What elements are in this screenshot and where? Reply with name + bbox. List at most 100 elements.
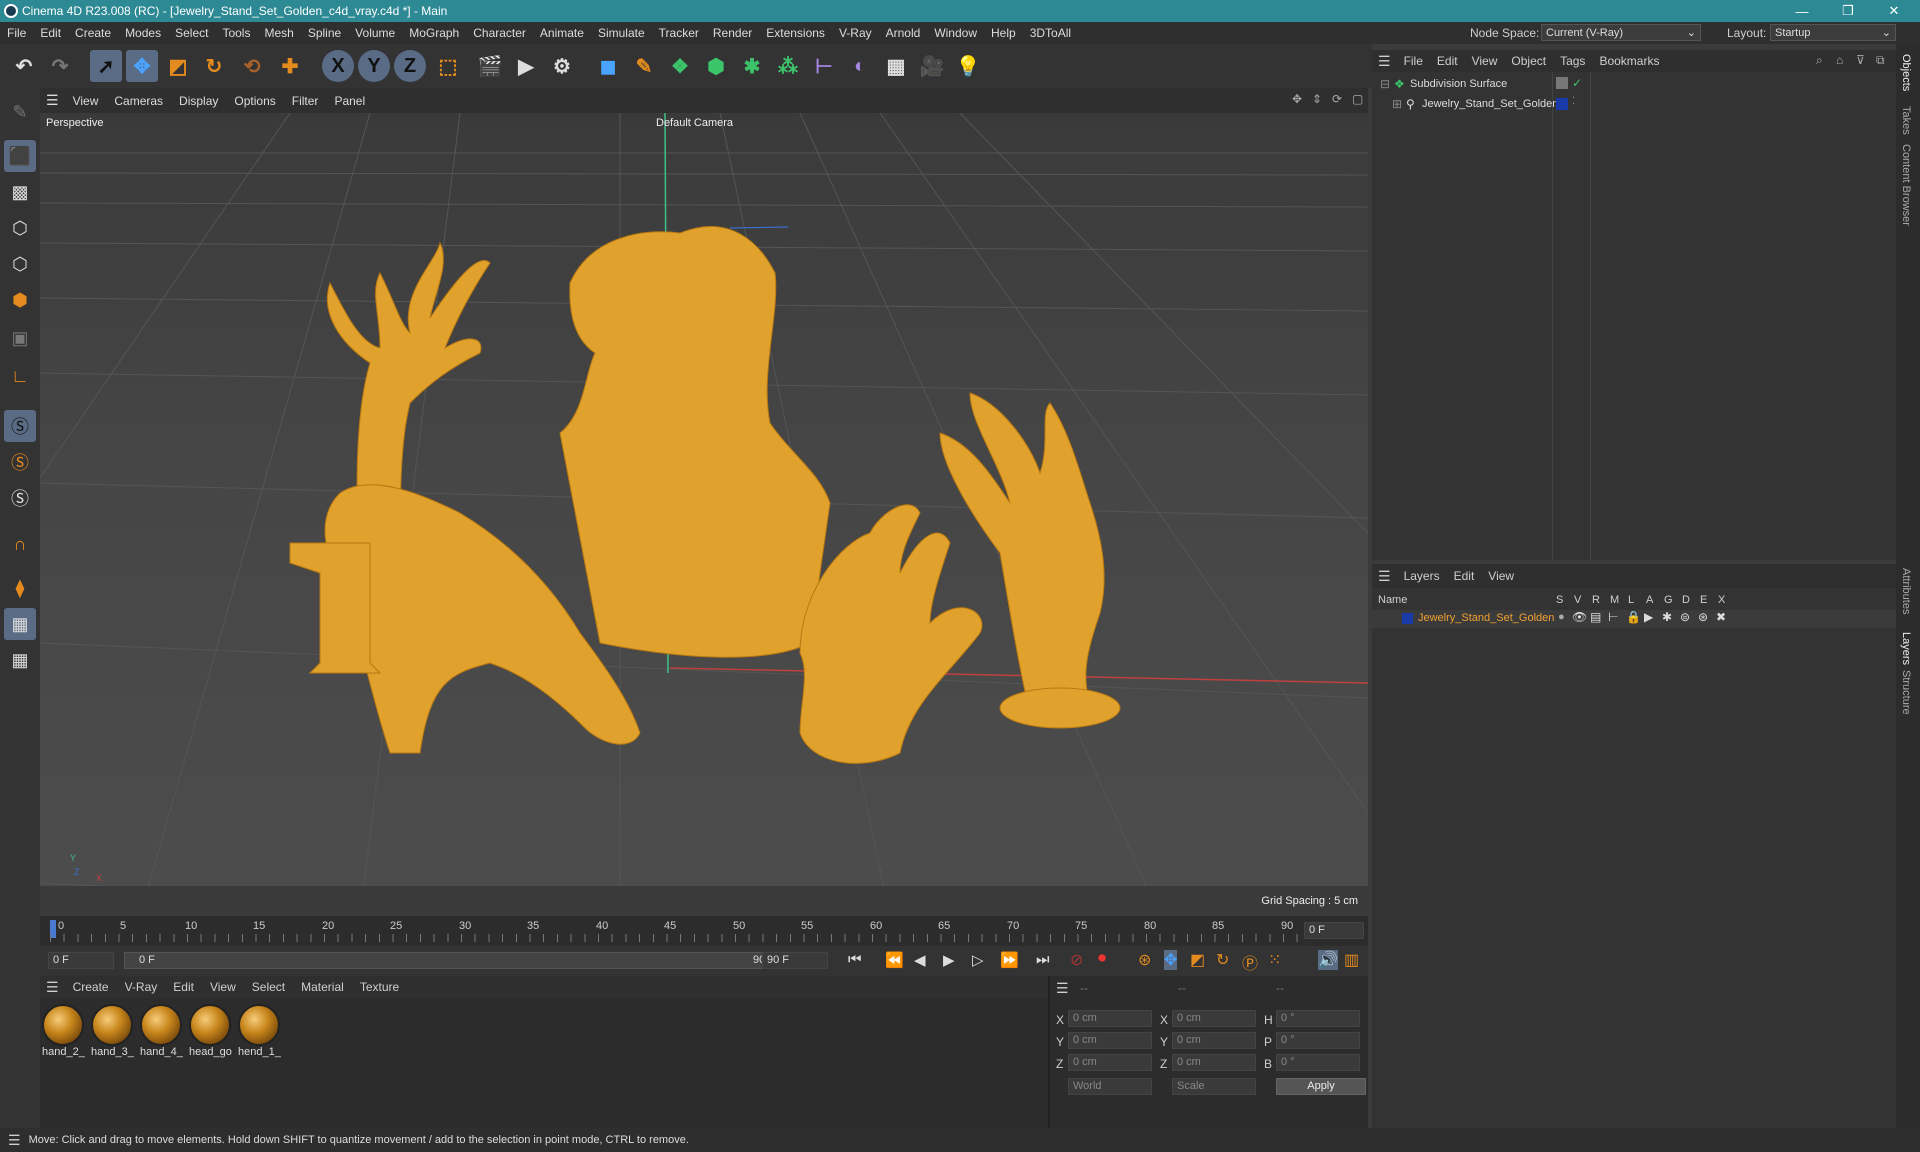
close-button[interactable]: ✕ [1872,0,1916,22]
material-swatch[interactable]: hand_3_ [91,1004,135,1062]
timeline-film-icon[interactable]: ▥ [1344,950,1359,970]
rotate-view-icon[interactable]: ⟳ [1332,92,1342,106]
bracelet-base[interactable] [999,687,1121,729]
zoom-view-icon[interactable]: ⇕ [1312,92,1322,106]
material-swatch[interactable]: hand_4_ [140,1004,184,1062]
add-icon[interactable]: ✚ [274,50,306,82]
layer-row[interactable]: Jewelry_Stand_Set_Golden ● 👁 ▤ ⊢ 🔒 ▶ ✱ ⊜… [1372,610,1896,628]
material-menu-texture[interactable]: Texture [352,980,407,994]
deformer-icon[interactable]: ⊜ [1680,610,1690,624]
viewport-menu-panel[interactable]: Panel [326,94,373,108]
new-window-icon[interactable]: ⧉ [1876,53,1885,68]
object-menu-view[interactable]: View [1465,54,1505,68]
goto-start-icon[interactable]: ⏮ [848,951,862,968]
key-position-icon[interactable]: ✥ [1164,950,1178,970]
hamburger-icon[interactable]: ☰ [1056,980,1069,997]
tab-layers[interactable]: Layers [1900,632,1912,665]
xref-icon[interactable]: ✖ [1716,610,1726,624]
object-row[interactable]: ⊟ ❖ Subdivision Surface ✓ [1376,76,1886,94]
record-icon[interactable]: ⊘ [1070,950,1083,970]
scale-tool-icon[interactable]: ◩ [162,50,194,82]
z-axis-lock-button[interactable]: Z [394,50,426,82]
menu-mesh[interactable]: Mesh [257,26,300,40]
render-settings-icon[interactable]: ⚙ [546,50,578,82]
material-menu-vray[interactable]: V-Ray [117,980,166,994]
home-icon[interactable]: ⌂ [1836,53,1843,67]
points-mode-icon[interactable]: ⬡ [4,212,36,244]
light-icon[interactable]: 💡 [952,50,984,82]
key-rotation-icon[interactable]: ↻ [1216,950,1229,970]
grid-icon[interactable]: ▦ [4,608,36,640]
position-y-field[interactable]: 0 cm [1068,1032,1152,1049]
object-menu-tags[interactable]: Tags [1553,54,1592,68]
undo-icon[interactable]: ↶ [8,50,40,82]
layer-color-swatch[interactable] [1402,613,1413,624]
move-view-icon[interactable]: ✥ [1292,92,1302,106]
field-icon[interactable]: ◐ [844,50,876,82]
generator-icon[interactable]: ✱ [1662,610,1672,624]
object-menu-bookmarks[interactable]: Bookmarks [1592,54,1666,68]
layer-menu-view[interactable]: View [1481,569,1521,583]
axis-mode-icon[interactable]: ∟ [4,360,36,392]
tab-content-browser[interactable]: Content Browser [1900,144,1912,226]
menu-edit[interactable]: Edit [33,26,68,40]
animation-play-icon[interactable]: ▶ [1644,610,1653,624]
menu-3dtoall[interactable]: 3DToAll [1023,26,1078,40]
coordinate-system-icon[interactable]: ⬚ [432,50,464,82]
visibility-dots-icon[interactable]: ⁚ [1572,96,1575,107]
material-swatch[interactable]: hend_1_ [238,1004,282,1062]
menu-render[interactable]: Render [706,26,759,40]
visibility-toggle-icon[interactable] [1556,77,1568,89]
menu-vray[interactable]: V-Ray [832,26,879,40]
rotation-h-field[interactable]: 0 ° [1276,1010,1360,1027]
floor-icon[interactable]: ▦ [880,50,912,82]
tab-takes[interactable]: Takes [1900,106,1912,135]
object-menu-file[interactable]: File [1397,54,1430,68]
edges-mode-icon[interactable]: ⬡ [4,248,36,280]
render-picture-viewer-icon[interactable]: ▶ [510,50,542,82]
extrude-icon[interactable]: ⬢ [700,50,732,82]
x-axis-lock-button[interactable]: X [322,50,354,82]
snap-options-icon[interactable]: Ⓢ [4,482,36,514]
size-x-field[interactable]: 0 cm [1172,1010,1256,1027]
menu-character[interactable]: Character [466,26,533,40]
next-key-icon[interactable]: ⏩ [1000,951,1019,969]
manager-tree-icon[interactable]: ⊢ [1608,610,1618,624]
select-cursor-icon[interactable]: ➚ [90,50,122,82]
start-frame-field[interactable]: 0 F [48,952,114,969]
hamburger-icon[interactable]: ☰ [0,1132,29,1149]
material-menu-view[interactable]: View [202,980,244,994]
make-editable-icon[interactable]: ✎ [4,96,36,128]
magnet-icon[interactable]: ∩ [4,528,36,560]
size-y-field[interactable]: 0 cm [1172,1032,1256,1049]
autokey-icon[interactable]: ⏺ [1098,950,1106,968]
model-mode-icon[interactable]: ⬛ [4,140,36,172]
size-mode-select[interactable]: Scale [1172,1078,1256,1095]
object-row[interactable]: ⊞ ⚲ Jewelry_Stand_Set_Golden ⁚ [1376,96,1886,114]
object-menu-object[interactable]: Object [1504,54,1553,68]
menu-mograph[interactable]: MoGraph [402,26,466,40]
key-param-icon[interactable]: Ⓟ [1242,950,1258,974]
material-swatch[interactable]: head_go [189,1004,233,1062]
play-icon[interactable]: ▶ [943,951,955,969]
goto-end-icon[interactable]: ⏭ [1036,951,1050,968]
position-x-field[interactable]: 0 cm [1068,1010,1152,1027]
deformer-icon[interactable]: ⊢ [808,50,840,82]
material-menu-select[interactable]: Select [244,980,293,994]
cube-icon[interactable]: ◼ [592,50,624,82]
tab-objects[interactable]: Objects [1900,54,1912,91]
apply-button[interactable]: Apply [1276,1078,1366,1095]
menu-tracker[interactable]: Tracker [652,26,706,40]
sound-icon[interactable]: 🔊 [1318,950,1338,970]
rotation-p-field[interactable]: 0 ° [1276,1032,1360,1049]
coordinate-mode-select[interactable]: World [1068,1078,1152,1095]
hamburger-icon[interactable]: ☰ [40,979,65,996]
prev-key-icon[interactable]: ⏪ [885,951,904,969]
viewport[interactable]: Perspective Default Camera Y X Z Grid Sp… [40,113,1368,916]
rotation-b-field[interactable]: 0 ° [1276,1054,1360,1071]
eye-icon[interactable]: 👁 [1572,610,1587,624]
menu-help[interactable]: Help [984,26,1023,40]
menu-file[interactable]: File [0,26,33,40]
filter-icon[interactable]: ⊽ [1856,53,1865,67]
camera-label[interactable]: Default Camera [656,117,733,129]
